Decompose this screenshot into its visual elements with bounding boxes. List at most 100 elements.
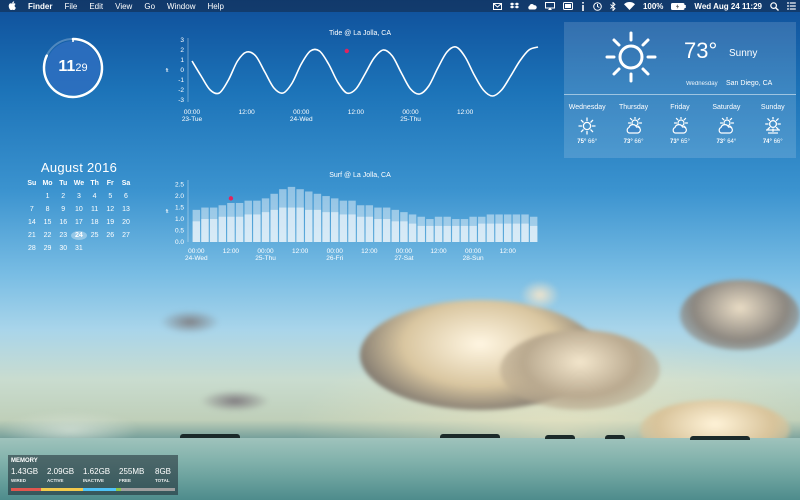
forecast-low: 65°	[680, 139, 690, 145]
forecast-day-name: Thursday	[618, 104, 649, 111]
memory-stat-label: WIRED	[11, 478, 26, 483]
forecast-day-name: Friday	[670, 104, 690, 111]
calendar-day[interactable]: 30	[55, 244, 71, 253]
surf-bar-min	[209, 219, 218, 242]
calendar-day[interactable]: 28	[24, 244, 40, 253]
calendar-day[interactable]: 12	[102, 205, 118, 214]
surf-bar-min	[253, 214, 261, 242]
time-machine-icon[interactable]	[589, 1, 606, 11]
clock-hour: 11	[58, 58, 76, 75]
surf-bar-min	[426, 225, 434, 242]
calendar-day[interactable]: 17	[71, 218, 87, 227]
surf-bar-min	[356, 216, 365, 242]
calendar-day[interactable]: 2	[55, 192, 71, 201]
calendar-widget: August 2016 Su Mo Tu We Th Fr Sa 1 2 3 4 5 6 7 8 9 10 11 1…	[24, 160, 134, 253]
airplay-icon[interactable]	[541, 2, 559, 10]
forecast-low: 64°	[727, 139, 737, 145]
cloud-icon[interactable]	[523, 3, 541, 10]
surf-y-tick-label: 2.0	[175, 193, 184, 200]
tide-y-tick-label: -3	[178, 97, 184, 104]
surf-x-tick-time: 12:00	[430, 248, 447, 255]
battery-percent[interactable]: 100%	[639, 2, 667, 11]
calendar-weekday-header: Fr	[106, 180, 114, 187]
battery-icon[interactable]	[667, 2, 690, 10]
tide-y-tick-label: -2	[178, 87, 184, 94]
calendar-day[interactable]: 18	[87, 218, 103, 227]
surf-x-tick-time: 00:00	[257, 248, 274, 255]
surf-bar-min	[478, 223, 486, 242]
calendar-weekday-header: Mo	[42, 180, 53, 187]
surf-chart: Surf @ La Jolla, CA 0.0 0.5 1.0 1.5 2.0 2.5 ft…	[160, 170, 540, 270]
memory-stat-label: FREE	[119, 478, 132, 483]
surf-bar-min	[408, 223, 417, 242]
wallpaper-island	[180, 434, 240, 438]
calendar-day[interactable]: 27	[118, 231, 134, 240]
surf-bar-min	[244, 214, 252, 242]
calendar-day[interactable]: 25	[87, 231, 103, 240]
menu-app-name[interactable]: Finder	[22, 2, 58, 11]
wifi-icon[interactable]	[620, 2, 639, 10]
forecast-day-name: Wednesday	[568, 104, 606, 111]
calendar-day[interactable]: 1	[40, 192, 56, 201]
calendar-day[interactable]: 11	[87, 205, 103, 214]
surf-x-tick-date: 24-Wed	[185, 255, 208, 262]
memory-stat: 8GB TOTAL	[155, 467, 185, 483]
calendar-day[interactable]: 7	[24, 205, 40, 214]
dropbox-icon[interactable]	[506, 2, 523, 10]
bluetooth-icon[interactable]	[606, 1, 620, 11]
calendar-day[interactable]: 26	[102, 231, 118, 240]
surf-bar-min	[382, 219, 391, 242]
info-icon[interactable]	[577, 1, 589, 11]
calendar-day[interactable]: 20	[118, 218, 134, 227]
memory-stat-value: 1.43GB	[11, 467, 39, 476]
calendar-day[interactable]: 10	[71, 205, 87, 214]
calendar-day[interactable]: 4	[87, 192, 103, 201]
menu-help[interactable]: Help	[201, 2, 229, 11]
calendar-day[interactable]: 23	[55, 231, 71, 240]
menu-clock[interactable]: Wed Aug 24 11:29	[690, 2, 766, 11]
surf-bar-min	[391, 221, 399, 242]
calendar-day[interactable]: 13	[118, 205, 134, 214]
memory-bar-segment	[120, 488, 175, 491]
apple-icon[interactable]	[0, 0, 22, 12]
calendar-day[interactable]: 21	[24, 231, 40, 240]
calendar-day[interactable]: 31	[71, 244, 87, 253]
surf-bar-min	[227, 216, 235, 242]
calendar-day[interactable]: 15	[40, 218, 56, 227]
calendar-day[interactable]: 22	[40, 231, 56, 240]
calendar-day[interactable]: 8	[40, 205, 56, 214]
surf-bar-min	[529, 225, 538, 242]
surf-x-tick-date: 26-Fri	[326, 255, 343, 262]
gmail-icon[interactable]	[489, 2, 506, 10]
calendar-day[interactable]: 3	[71, 192, 87, 201]
menu-edit[interactable]: Edit	[83, 2, 109, 11]
surf-x-tick-time: 12:00	[500, 248, 517, 255]
menu-file[interactable]: File	[58, 2, 83, 11]
calendar-day[interactable]: 16	[55, 218, 71, 227]
surf-x-tick-date: 25-Thu	[255, 255, 276, 262]
surf-x-tick-time: 00:00	[465, 248, 482, 255]
calendar-day[interactable]: 9	[55, 205, 71, 214]
notification-center-icon[interactable]	[783, 2, 800, 10]
spotlight-icon[interactable]	[766, 1, 783, 11]
calendar-day[interactable]: 6	[118, 192, 134, 201]
menu-window[interactable]: Window	[161, 2, 201, 11]
calendar-day[interactable]: 14	[24, 218, 40, 227]
partly-cloudy-icon	[672, 117, 689, 134]
calendar-day[interactable]: 29	[40, 244, 56, 253]
menu-view[interactable]: View	[109, 2, 138, 11]
surf-bar-min	[339, 214, 348, 242]
weather-condition: Sunny	[729, 48, 758, 59]
surf-bar-min	[270, 209, 278, 242]
calendar-day[interactable]: 5	[102, 192, 118, 201]
surf-bar-min	[287, 207, 296, 242]
battery-widget-icon[interactable]	[559, 2, 577, 10]
calendar-weekday-header: Sa	[121, 180, 131, 187]
calendar-day[interactable]: 24	[71, 231, 87, 240]
calendar-day[interactable]: 19	[102, 218, 118, 227]
menu-go[interactable]: Go	[138, 2, 161, 11]
memory-bar-segment	[40, 488, 84, 491]
forecast-day: Friday 73° 65°	[657, 104, 703, 145]
partly-cloudy-icon	[626, 117, 642, 134]
surf-bar-min	[365, 216, 374, 242]
